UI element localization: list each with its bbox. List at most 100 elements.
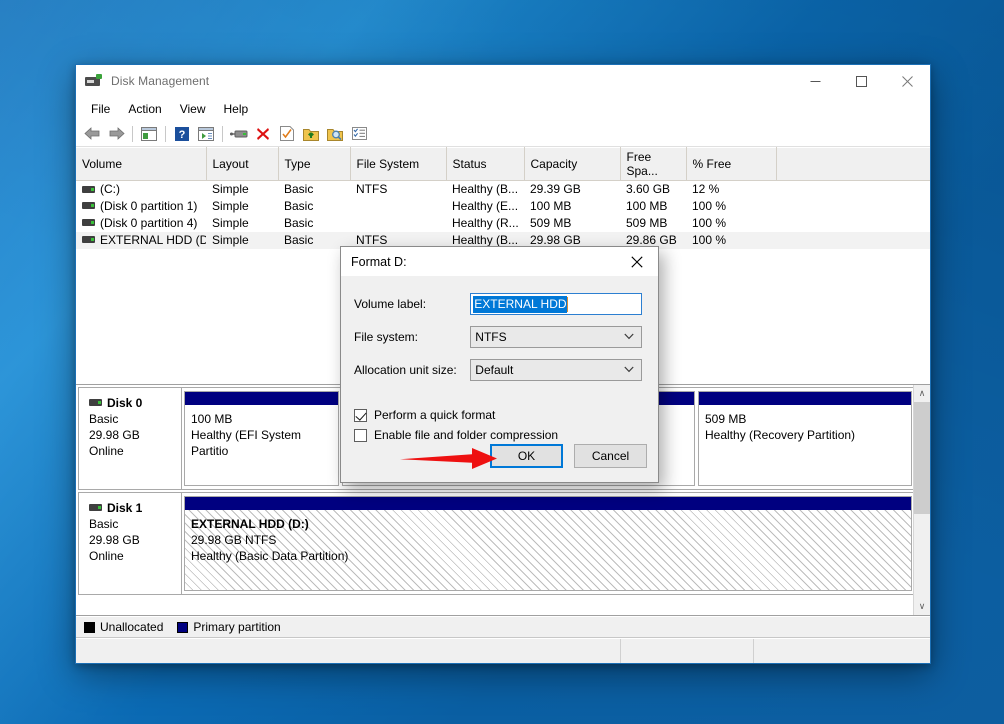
partition-name: EXTERNAL HDD (D:)	[191, 516, 905, 532]
legend-item-primary-partition: Primary partition	[177, 620, 280, 634]
column-header-free-space[interactable]: Free Spa...	[620, 148, 686, 181]
cell-percent-free: 100 %	[686, 198, 776, 215]
close-button[interactable]	[884, 65, 930, 97]
properties-icon[interactable]	[275, 123, 299, 145]
volume-icon	[82, 202, 95, 209]
export-list-icon[interactable]	[299, 123, 323, 145]
toolbar-separator	[165, 126, 166, 142]
volume-icon	[82, 219, 95, 226]
disk-size: 29.98 GB	[89, 427, 181, 443]
disk-management-icon	[85, 73, 103, 89]
menu-help[interactable]: Help	[215, 99, 258, 119]
partition-external-hdd[interactable]: EXTERNAL HDD (D:) 29.98 GB NTFS Healthy …	[184, 496, 912, 591]
menu-view[interactable]: View	[171, 99, 215, 119]
scrollbar-thumb[interactable]	[914, 402, 930, 514]
cell-percent-free: 12 %	[686, 181, 776, 198]
partition-details: 509 MB Healthy (Recovery Partition)	[699, 405, 911, 485]
partition-recovery[interactable]: 509 MB Healthy (Recovery Partition)	[698, 391, 912, 486]
column-header-percent-free[interactable]: % Free	[686, 148, 776, 181]
ok-button[interactable]: OK	[490, 444, 563, 468]
close-icon[interactable]	[616, 247, 658, 277]
statusbar-pane-2	[621, 639, 754, 663]
cell-free-space: 3.60 GB	[620, 181, 686, 198]
allocation-unit-size-value: Default	[475, 363, 513, 377]
disk-row-disk-1[interactable]: Disk 1 Basic 29.98 GB Online EXTERNAL HD…	[78, 492, 915, 595]
cancel-button[interactable]: Cancel	[574, 444, 647, 468]
delete-icon[interactable]	[251, 123, 275, 145]
rescan-disks-icon[interactable]	[227, 123, 251, 145]
partition-details: EXTERNAL HDD (D:) 29.98 GB NTFS Healthy …	[185, 510, 911, 590]
back-arrow-icon[interactable]	[80, 123, 104, 145]
column-header-type[interactable]: Type	[278, 148, 350, 181]
window-controls	[792, 65, 930, 97]
minimize-button[interactable]	[792, 65, 838, 97]
cell-filler	[776, 232, 930, 249]
cell-layout: Simple	[206, 181, 278, 198]
disk-icon	[89, 399, 102, 406]
column-header-layout[interactable]: Layout	[206, 148, 278, 181]
checkbox-row-compression[interactable]: Enable file and folder compression	[354, 428, 642, 442]
chevron-down-icon	[624, 332, 634, 342]
statusbar	[76, 638, 930, 663]
partition-color-bar	[699, 392, 911, 405]
cell-type: Basic	[278, 181, 350, 198]
menubar: File Action View Help	[76, 97, 930, 121]
dialog-title: Format D:	[351, 255, 407, 269]
scrollbar-up-arrow[interactable]: ∧	[914, 385, 930, 402]
file-system-select[interactable]: NTFS	[470, 326, 642, 348]
volume-label-input[interactable]: EXTERNAL HDD	[470, 293, 642, 315]
show-details-icon[interactable]	[347, 123, 371, 145]
column-header-capacity[interactable]: Capacity	[524, 148, 620, 181]
column-header-status[interactable]: Status	[446, 148, 524, 181]
cell-layout: Simple	[206, 232, 278, 249]
scrollbar-down-arrow[interactable]: ∨	[914, 598, 930, 615]
window-title: Disk Management	[111, 74, 209, 88]
column-header-volume[interactable]: Volume	[76, 148, 206, 181]
allocation-unit-size-select[interactable]: Default	[470, 359, 642, 381]
quick-format-checkbox[interactable]	[354, 409, 367, 422]
table-row[interactable]: (Disk 0 partition 1) Simple Basic Health…	[76, 198, 930, 215]
menu-file[interactable]: File	[82, 99, 119, 119]
cell-volume: (Disk 0 partition 1)	[76, 198, 206, 215]
menu-action[interactable]: Action	[119, 99, 170, 119]
chevron-down-icon	[624, 365, 634, 375]
cell-layout: Simple	[206, 215, 278, 232]
disk-partitions-disk-1: EXTERNAL HDD (D:) 29.98 GB NTFS Healthy …	[182, 493, 914, 594]
checkbox-row-quick-format[interactable]: Perform a quick format	[354, 408, 642, 422]
disk-icon	[89, 504, 102, 511]
cell-filler	[776, 215, 930, 232]
cell-capacity: 29.39 GB	[524, 181, 620, 198]
toolbar-separator	[132, 126, 133, 142]
cell-layout: Simple	[206, 198, 278, 215]
disk-title: Disk 0	[89, 395, 181, 411]
partition-status: Healthy (Basic Data Partition)	[191, 548, 905, 564]
cell-file-system	[350, 198, 446, 215]
compression-checkbox[interactable]	[354, 429, 367, 442]
cell-volume: (C:)	[76, 181, 206, 198]
maximize-button[interactable]	[838, 65, 884, 97]
label-volume-label: Volume label:	[354, 297, 470, 311]
disk-kind: Basic	[89, 516, 181, 532]
help-icon[interactable]: ?	[170, 123, 194, 145]
column-header-filler[interactable]	[776, 148, 930, 181]
label-file-system: File system:	[354, 330, 470, 344]
table-row[interactable]: (C:) Simple Basic NTFS Healthy (B... 29.…	[76, 181, 930, 198]
partition-color-bar	[185, 497, 911, 510]
search-icon[interactable]	[323, 123, 347, 145]
table-row[interactable]: (Disk 0 partition 4) Simple Basic Health…	[76, 215, 930, 232]
graphical-view-scrollbar[interactable]: ∧ ∨	[913, 385, 930, 615]
show-hide-console-tree-icon[interactable]	[137, 123, 161, 145]
legend-label-unallocated: Unallocated	[100, 620, 163, 634]
window-titlebar: Disk Management	[76, 65, 930, 97]
cell-filler	[776, 198, 930, 215]
disk-kind: Basic	[89, 411, 181, 427]
show-hide-action-pane-icon[interactable]	[194, 123, 218, 145]
file-system-value: NTFS	[475, 330, 506, 344]
column-header-file-system[interactable]: File System	[350, 148, 446, 181]
partition-efi[interactable]: 100 MB Healthy (EFI System Partitio	[184, 391, 339, 486]
compression-label: Enable file and folder compression	[374, 428, 558, 442]
forward-arrow-icon[interactable]	[104, 123, 128, 145]
cell-status: Healthy (R...	[446, 215, 524, 232]
quick-format-label: Perform a quick format	[374, 408, 495, 422]
svg-text:?: ?	[179, 129, 186, 141]
